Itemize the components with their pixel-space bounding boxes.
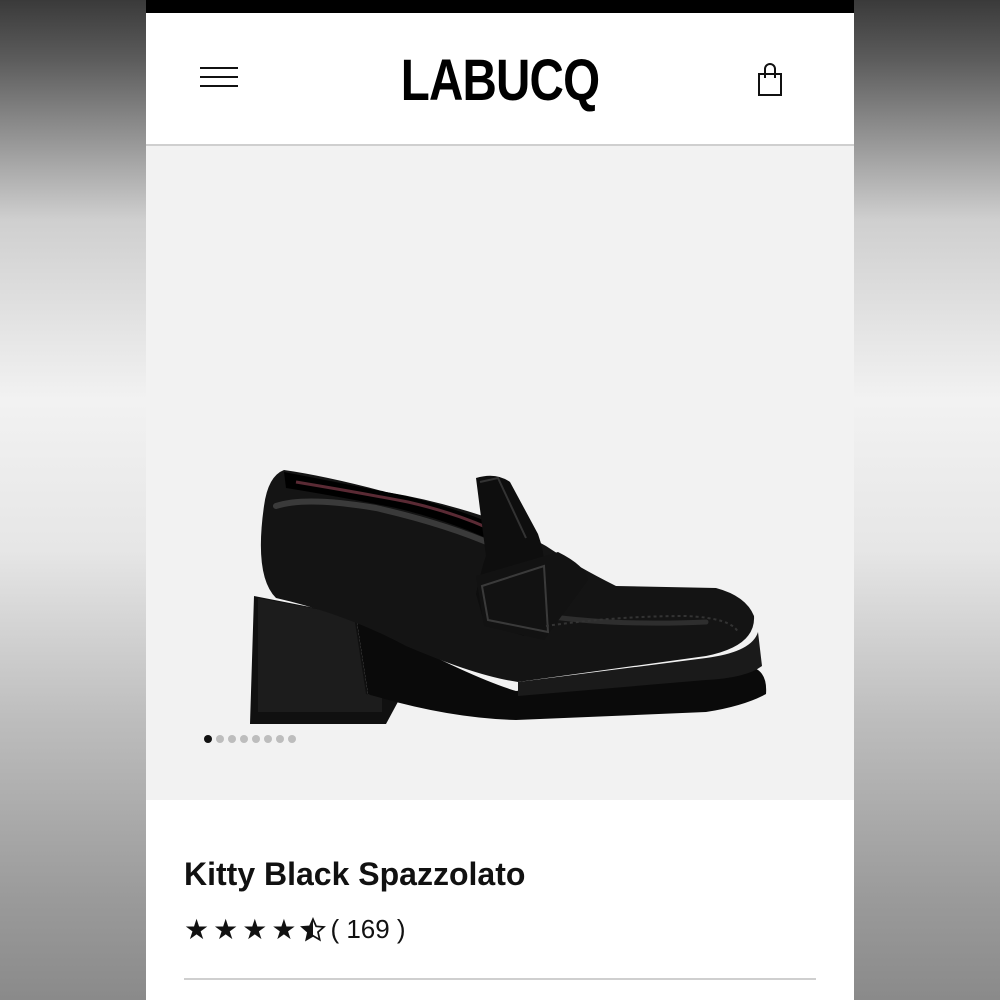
divider (184, 978, 816, 980)
product-rating[interactable]: ★ ★ ★ ★ ( 169 ) (184, 914, 406, 945)
site-header: LABUCQ (146, 13, 854, 146)
star-full-icon: ★ (271, 913, 297, 945)
gallery-dot-7[interactable] (276, 735, 284, 743)
star-full-icon: ★ (184, 913, 210, 945)
gallery-dot-2[interactable] (216, 735, 224, 743)
gallery-pagination (204, 734, 296, 744)
product-image-gallery[interactable] (146, 146, 854, 800)
background-right (854, 0, 1000, 1000)
gallery-dot-5[interactable] (252, 735, 260, 743)
star-full-icon: ★ (213, 913, 239, 945)
star-half-icon (300, 916, 327, 943)
gallery-dot-6[interactable] (264, 735, 272, 743)
gallery-dot-1[interactable] (204, 735, 212, 743)
gallery-dot-4[interactable] (240, 735, 248, 743)
product-title: Kitty Black Spazzolato (184, 856, 526, 892)
phone-screen: LABUCQ Kitty Black Spazzolato ★ ★ ★ ★ (… (146, 0, 854, 1000)
gallery-dot-8[interactable] (288, 735, 296, 743)
background-left (0, 0, 146, 1000)
product-info: Kitty Black Spazzolato ★ ★ ★ ★ (169) (146, 800, 854, 1000)
brand-logo[interactable]: LABUCQ (210, 47, 791, 114)
rating-stars: ★ ★ ★ ★ (184, 913, 327, 945)
review-count[interactable]: ( 169 ) (330, 914, 405, 945)
black-loafer-product-image (250, 470, 767, 724)
status-bar (146, 0, 854, 13)
gallery-dot-3[interactable] (228, 735, 236, 743)
star-full-icon: ★ (242, 913, 268, 945)
shopping-bag-icon[interactable] (754, 61, 786, 99)
